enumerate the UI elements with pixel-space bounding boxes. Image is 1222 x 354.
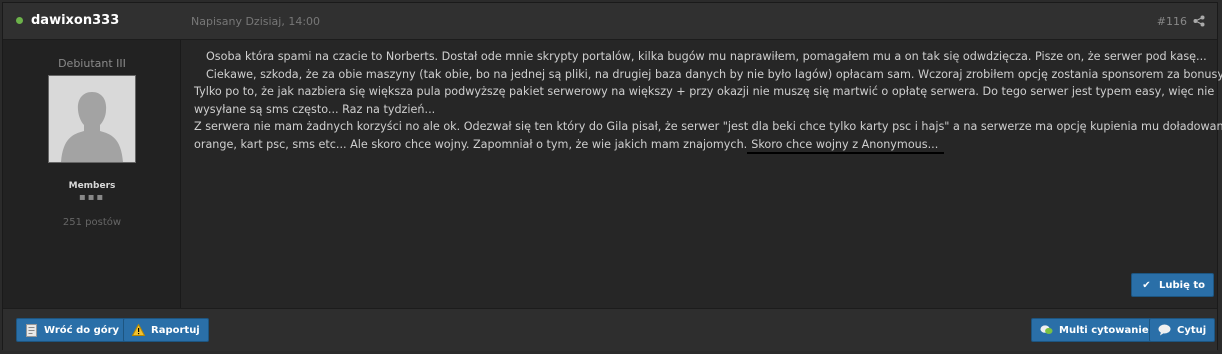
chat-bubbles-icon [1040,324,1053,337]
report-label: Raportuj [151,324,200,336]
back-to-top-button[interactable]: Wróć do góry [16,318,129,342]
post-number[interactable]: #116 [1157,15,1187,28]
highlighted-text: Skoro chce wojny z Anonymous... [747,137,945,153]
content-line: orange, kart psc, sms etc... Ale skoro c… [194,136,1209,154]
rank-pips: ▪▪▪ [78,192,106,203]
share-icon[interactable] [1193,15,1205,27]
author-name[interactable]: dawixon333 [31,13,119,28]
multiquote-label: Multi cytowanie [1059,324,1149,336]
like-button[interactable]: ✔ Lubię to [1131,273,1214,297]
avatar[interactable] [48,75,136,163]
speech-bubble-icon [1158,324,1171,337]
quote-button[interactable]: Cytuj [1149,318,1216,342]
warning-icon [132,324,145,337]
quote-label: Cytuj [1177,324,1207,336]
report-button[interactable]: Raportuj [123,318,209,342]
checkmark-icon: ✔ [1142,279,1151,291]
content-line: Z serwera nie mam żadnych korzyści no al… [194,120,1222,134]
content-text: orange, kart psc, sms etc... Ale skoro c… [194,137,748,151]
post-header: dawixon333 Napisany Dzisiaj, 14:00 #116 [3,3,1217,40]
page-icon [25,323,38,337]
post-date: Napisany Dzisiaj, 14:00 [191,15,321,28]
user-rank: Debiutant III [58,57,126,70]
online-indicator-icon [16,17,23,24]
multiquote-button[interactable]: Multi cytowanie [1031,318,1158,342]
author-sidebar: Debiutant III Members ▪▪▪ 251 postów [3,40,181,308]
content-line: wysyłane są sms często... Raz na tydzień… [194,102,436,116]
content-line: Tylko po to, że jak nazbiera się większa… [194,85,1215,99]
like-label: Lubię to [1159,279,1205,291]
forum-post: dawixon333 Napisany Dzisiaj, 14:00 #116 … [2,2,1222,351]
user-group: Members [68,181,116,191]
content-line: Osoba która spami na czacie to Norberts.… [206,50,1207,63]
content-line: Ciekawe, szkoda, że za obie maszyny (tak… [206,67,1222,81]
post-content: Osoba która spami na czacie to Norberts.… [194,48,1222,154]
post-footer: Wróć do góry Raportuj Multi cytowanie Cy… [3,308,1217,351]
back-to-top-label: Wróć do góry [44,324,120,336]
avatar-placeholder-icon [49,76,135,162]
post-count: 251 postów [62,217,122,228]
